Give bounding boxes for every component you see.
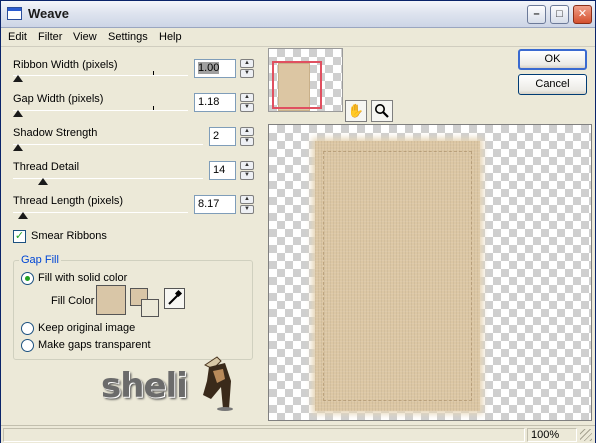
fill-color-swatch[interactable]: [96, 285, 126, 315]
ribbon-width-spinner[interactable]: ▲ ▼: [240, 59, 254, 78]
gap-fill-title: Gap Fill: [19, 254, 61, 266]
thread-detail-label: Thread Detail: [13, 161, 80, 173]
smear-ribbons-label: Smear Ribbons: [31, 230, 107, 242]
thread-detail-input[interactable]: 14: [209, 161, 236, 180]
gap-width-input[interactable]: 1.18: [194, 93, 236, 112]
navigator-preview[interactable]: [268, 48, 343, 112]
zoom-level: 100%: [531, 429, 560, 441]
ribbon-width-value: 1.00: [198, 62, 220, 74]
pan-tool-button[interactable]: ✋: [345, 100, 367, 122]
thread-length-spinner[interactable]: ▲ ▼: [240, 195, 254, 214]
status-bar: 100%: [1, 425, 595, 443]
ribbon-width-input[interactable]: 1.00: [194, 59, 236, 78]
menu-settings[interactable]: Settings: [108, 31, 148, 43]
spin-up-button[interactable]: ▲: [240, 161, 254, 170]
status-pane-main: [3, 428, 525, 442]
magnifier-icon: [375, 104, 389, 118]
ribbon-width-slider-track[interactable]: [13, 71, 188, 76]
shadow-strength-slider-thumb[interactable]: [13, 144, 23, 151]
shadow-strength-input[interactable]: 2: [209, 127, 236, 146]
spin-up-button[interactable]: ▲: [240, 93, 254, 102]
fill-solid-radio[interactable]: [21, 272, 34, 285]
gap-width-spinner[interactable]: ▲ ▼: [240, 93, 254, 112]
woven-image-preview: [315, 141, 480, 411]
sheli-logo: sheli: [101, 366, 188, 406]
stitched-border: [323, 151, 472, 401]
gap-width-slider-track[interactable]: [13, 106, 188, 111]
thread-length-label: Thread Length (pixels): [13, 195, 124, 207]
make-transparent-label: Make gaps transparent: [38, 339, 151, 351]
maximize-button[interactable]: □: [550, 5, 569, 24]
spin-up-button[interactable]: ▲: [240, 59, 254, 68]
zoom-tool-button[interactable]: [371, 100, 393, 122]
title-bar[interactable]: Weave – □ ✕: [1, 1, 595, 28]
ok-button[interactable]: OK: [518, 49, 587, 70]
settings-panel: Ribbon Width (pixels) 1.00 ▲ ▼ Gap Width…: [1, 48, 263, 421]
resize-grip[interactable]: [580, 429, 592, 441]
spin-down-button[interactable]: ▼: [240, 205, 254, 214]
hand-icon: ✋: [347, 103, 365, 118]
thread-length-slider-thumb[interactable]: [18, 212, 28, 219]
thread-length-input[interactable]: 8.17: [194, 195, 236, 214]
spin-down-button[interactable]: ▼: [240, 171, 254, 180]
app-window-icon: [7, 7, 22, 20]
spin-down-button[interactable]: ▼: [240, 103, 254, 112]
thread-detail-slider-thumb[interactable]: [38, 178, 48, 185]
main-preview-canvas[interactable]: [268, 124, 592, 421]
gap-width-label: Gap Width (pixels): [13, 93, 104, 105]
thread-length-slider-track[interactable]: [13, 212, 188, 213]
fill-color-label: Fill Color: [51, 295, 95, 307]
gap-width-slider-thumb[interactable]: [13, 110, 23, 117]
spin-up-button[interactable]: ▲: [240, 127, 254, 136]
menu-filter[interactable]: Filter: [38, 31, 62, 43]
thread-detail-spinner[interactable]: ▲ ▼: [240, 161, 254, 180]
shadow-strength-spinner[interactable]: ▲ ▼: [240, 127, 254, 146]
spin-up-button[interactable]: ▲: [240, 195, 254, 204]
weave-dialog: Weave – □ ✕ Edit Filter View Settings He…: [0, 0, 596, 443]
menu-edit[interactable]: Edit: [8, 31, 27, 43]
make-transparent-radio[interactable]: [21, 339, 34, 352]
close-button[interactable]: ✕: [573, 5, 592, 24]
menu-view[interactable]: View: [73, 31, 97, 43]
window-title: Weave: [28, 6, 69, 21]
minimize-button[interactable]: –: [527, 5, 546, 24]
slider-tick: [153, 106, 154, 110]
fill-color-history-swatch-back[interactable]: [141, 299, 159, 317]
shoe-logo-icon: [203, 356, 233, 411]
menu-help[interactable]: Help: [159, 31, 182, 43]
spin-down-button[interactable]: ▼: [240, 137, 254, 146]
spin-down-button[interactable]: ▼: [240, 69, 254, 78]
ribbon-width-slider-thumb[interactable]: [13, 75, 23, 82]
eyedropper-button[interactable]: [164, 288, 185, 309]
keep-original-radio[interactable]: [21, 322, 34, 335]
navigator-view-rectangle[interactable]: [272, 61, 322, 109]
slider-tick: [153, 71, 154, 75]
ribbon-width-label: Ribbon Width (pixels): [13, 59, 118, 71]
cancel-button[interactable]: Cancel: [518, 74, 587, 95]
eyedropper-icon: [168, 289, 183, 305]
fill-solid-label: Fill with solid color: [38, 272, 128, 284]
shadow-strength-label: Shadow Strength: [13, 127, 98, 139]
menu-bar: Edit Filter View Settings Help: [1, 28, 595, 47]
smear-ribbons-checkbox[interactable]: ✓: [13, 230, 26, 243]
shadow-strength-slider-track[interactable]: [13, 144, 203, 145]
keep-original-label: Keep original image: [38, 322, 136, 334]
